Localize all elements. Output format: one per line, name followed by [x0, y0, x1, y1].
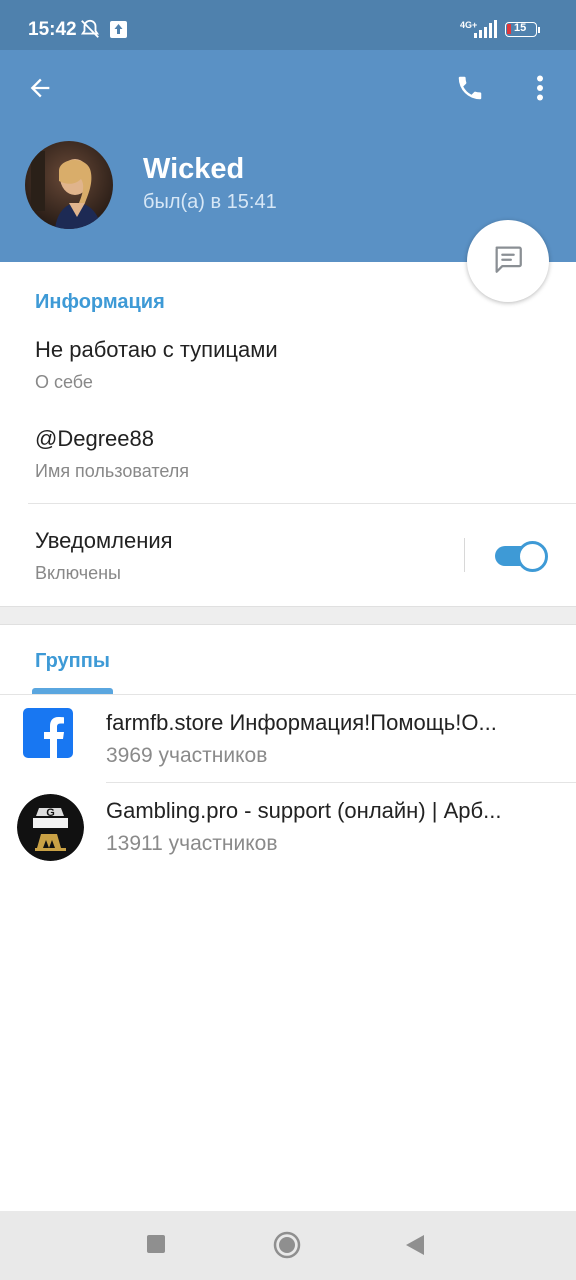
system-nav-bar — [0, 1211, 576, 1280]
last-seen: был(а) в 15:41 — [143, 191, 277, 213]
back-arrow-icon — [26, 74, 54, 107]
back-triangle-icon[interactable] — [405, 1234, 425, 1261]
upload-icon — [110, 21, 127, 43]
facebook-icon — [20, 705, 82, 767]
notifications-toggle[interactable] — [495, 541, 548, 572]
section-gap — [0, 606, 576, 625]
toggle-knob — [517, 541, 548, 572]
notifications-label: Уведомления — [35, 528, 173, 553]
battery-level: 15 — [514, 22, 527, 34]
notifications-status: Включены — [35, 563, 121, 583]
battery-icon: 15 — [505, 22, 537, 37]
battery-tip — [538, 27, 540, 33]
group-row[interactable]: farmfb.store Информация!Помощь!О... 3969… — [0, 695, 576, 783]
group-name: Gambling.pro - support (онлайн) | Арб... — [106, 798, 502, 823]
divider — [28, 503, 576, 504]
more-options-button[interactable] — [516, 66, 564, 114]
muted-bell-icon — [79, 18, 101, 45]
username-label: Имя пользователя — [35, 461, 190, 481]
phone-icon — [455, 73, 485, 108]
bio-text: Не работаю с тупицами — [35, 337, 278, 362]
profile-name: Wicked — [143, 153, 245, 185]
signal-icon — [474, 20, 498, 43]
status-time: 15:42 — [28, 19, 77, 40]
recents-square-icon[interactable] — [147, 1235, 165, 1258]
home-circle-icon[interactable] — [273, 1231, 301, 1264]
group-members: 3969 участников — [106, 744, 268, 767]
info-section-title: Информация — [35, 291, 165, 313]
more-vert-icon — [536, 75, 544, 106]
group-name: farmfb.store Информация!Помощь!О... — [106, 710, 497, 735]
group-members: 13911 участников — [106, 832, 278, 855]
message-icon — [491, 242, 525, 281]
status-bar: 15:42 4G+ 15 — [0, 0, 576, 50]
bio-label: О себе — [35, 372, 93, 392]
call-button[interactable] — [446, 66, 494, 114]
group-row[interactable]: G Gambling.pro - support (онлайн) | Арб.… — [0, 783, 576, 871]
groups-section-title[interactable]: Группы — [35, 650, 110, 673]
separator — [464, 538, 465, 572]
svg-text:G: G — [46, 807, 55, 819]
gambling-logo-icon: G — [17, 794, 84, 861]
message-button[interactable] — [467, 220, 549, 302]
profile-avatar[interactable] — [25, 141, 113, 229]
username-text: @Degree88 — [35, 426, 154, 451]
back-button[interactable] — [16, 66, 64, 114]
